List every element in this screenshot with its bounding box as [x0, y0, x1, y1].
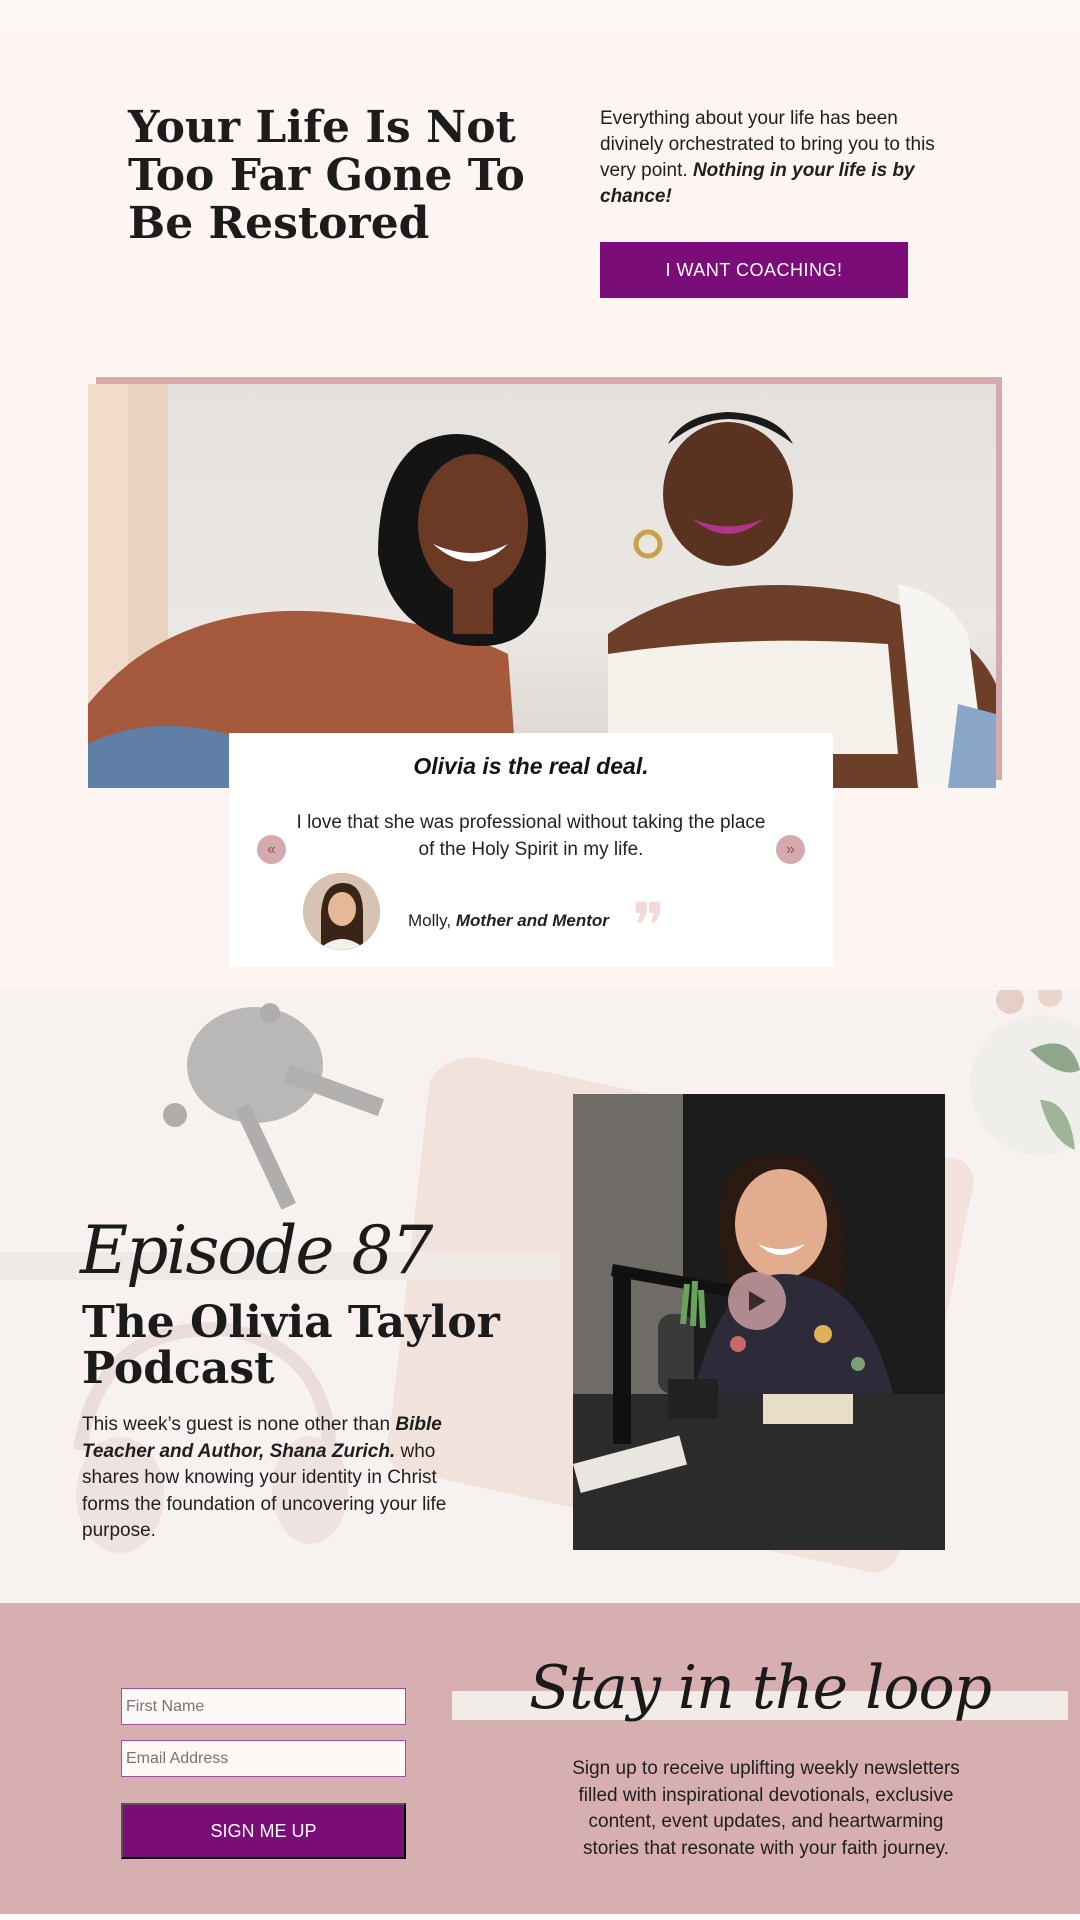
testimonial-card: Olivia is the real deal. I love that she…	[229, 733, 833, 967]
podcast-section: Episode 87 The Olivia Taylor Podcast Thi…	[0, 990, 1080, 1603]
podcast-video[interactable]	[573, 1094, 945, 1550]
podcast-description: This week’s guest is none other than Bib…	[82, 1412, 482, 1545]
testimonial-author: Molly, Mother and Mentor	[408, 911, 609, 931]
newsletter-text: Sign up to receive uplifting weekly news…	[572, 1758, 960, 1859]
author-role: Mother and Mentor	[455, 911, 609, 930]
sign-me-up-button[interactable]: SIGN ME UP	[121, 1803, 406, 1859]
newsletter-heading: Stay in the loop	[528, 1653, 992, 1723]
episode-label: Episode 87	[80, 1212, 433, 1289]
first-name-field[interactable]	[121, 1688, 406, 1725]
hero-photo-illustration	[88, 384, 996, 788]
testimonial-headline: Olivia is the real deal.	[413, 753, 649, 779]
podcast-title: The Olivia Taylor Podcast	[82, 1297, 500, 1394]
top-band	[0, 0, 1080, 30]
testimonial-quote: I love that she was professional without…	[296, 812, 766, 860]
avatar-illustration	[303, 873, 380, 950]
coaching-button[interactable]: I WANT COACHING!	[600, 242, 908, 298]
newsletter-section: SIGN ME UP Stay in the loop Sign up to r…	[0, 1603, 1080, 1914]
play-icon	[749, 1291, 766, 1311]
previous-arrow-icon[interactable]: «	[257, 835, 286, 864]
podcast-desc-intro: This week’s guest is none other than	[82, 1414, 391, 1435]
hero-photo	[88, 384, 996, 788]
bottom-band	[0, 1914, 1080, 1920]
avatar	[303, 873, 380, 950]
author-name: Molly,	[408, 911, 452, 930]
hero-intro: Everything about your life has been divi…	[600, 106, 960, 210]
quote-icon: ❞	[632, 889, 666, 962]
play-button[interactable]	[728, 1272, 786, 1330]
email-field[interactable]	[121, 1740, 406, 1777]
hero-title: Your Life Is Not Too Far Gone To Be Rest…	[128, 102, 525, 249]
next-arrow-icon[interactable]: »	[776, 835, 805, 864]
